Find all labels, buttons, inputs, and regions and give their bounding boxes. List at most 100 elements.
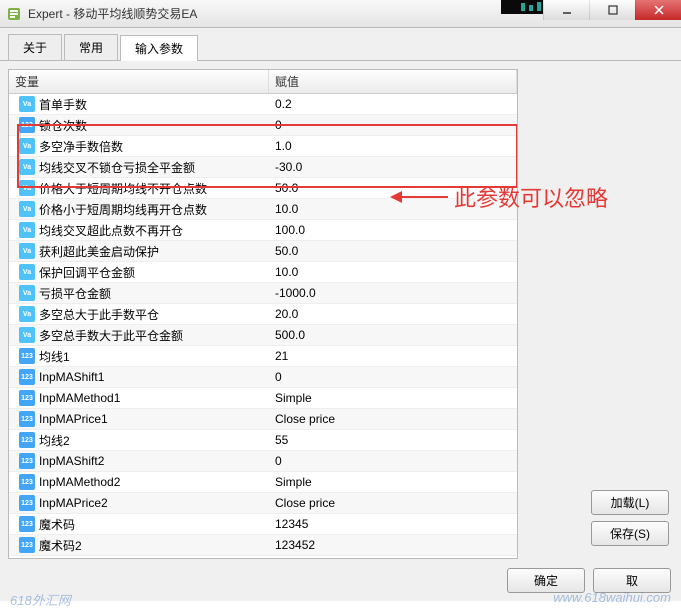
ok-button[interactable]: 确定 [507, 568, 585, 593]
number-icon: 123 [19, 537, 35, 553]
param-value-cell[interactable]: 123452 [269, 535, 517, 555]
param-value-cell[interactable]: 20.0 [269, 304, 517, 324]
col-header-value[interactable]: 赋值 [269, 70, 517, 93]
close-button[interactable] [635, 0, 681, 20]
param-value-cell[interactable]: 21 [269, 346, 517, 366]
table-row[interactable]: 123 InpMAShift2 0 [9, 451, 517, 472]
value-icon: Va [19, 96, 35, 112]
tab-inputs[interactable]: 输入参数 [120, 35, 198, 61]
table-row[interactable]: 123魔术码2 123452 [9, 535, 517, 556]
param-name: 锁仓次数 [39, 117, 87, 134]
param-value-cell[interactable]: Close price [269, 493, 517, 513]
param-name: InpMAPrice2 [39, 496, 108, 510]
value-icon: Va [19, 243, 35, 259]
table-row[interactable]: 123 InpMAShift1 0 [9, 367, 517, 388]
save-button[interactable]: 保存(S) [591, 521, 669, 546]
number-icon: 123 [19, 474, 35, 490]
table-row[interactable]: Va多空总大于此手数平仓20.0 [9, 304, 517, 325]
value-icon: Va [19, 180, 35, 196]
param-name-cell: 123 InpMAShift1 [9, 366, 269, 388]
col-header-variable[interactable]: 变量 [9, 70, 269, 93]
param-value-cell[interactable]: 500.0 [269, 325, 517, 345]
number-icon: 123 [19, 369, 35, 385]
param-name: 均线交叉超此点数不再开仓 [39, 222, 183, 239]
annotation: 此参数可以忽略 [390, 181, 608, 213]
params-table: 变量 赋值 Va首单手数0.2123锁仓次数0Va多空净手数倍数1.0Va均线交… [8, 69, 518, 559]
param-name: 魔术码2 [39, 537, 82, 554]
param-value-cell[interactable]: 55 [269, 430, 517, 450]
param-value-cell[interactable]: 50.0 [269, 241, 517, 261]
number-icon: 123 [19, 495, 35, 511]
table-row[interactable]: 123 InpMAPrice2 Close price [9, 493, 517, 514]
table-row[interactable]: Va首单手数 0.2 [9, 94, 517, 115]
param-name: InpMAMethod1 [39, 391, 120, 405]
param-value-cell[interactable]: Simple [269, 388, 517, 408]
table-row[interactable]: Va保护回调平仓金额10.0 [9, 262, 517, 283]
param-name: 多空总手数大于此平仓金额 [39, 327, 183, 344]
maximize-button[interactable] [589, 0, 635, 20]
param-name: 亏损平仓金额 [39, 285, 111, 302]
param-value-cell[interactable]: 100.0 [269, 220, 517, 240]
param-value-cell[interactable]: 10.0 [269, 262, 517, 282]
tab-about[interactable]: 关于 [8, 34, 62, 60]
param-value-cell[interactable]: 0 [269, 367, 517, 387]
param-value-cell[interactable]: 12345 [269, 514, 517, 534]
table-row[interactable]: Va均线交叉超此点数不再开仓100.0 [9, 220, 517, 241]
param-name: 价格小于短周期均线再开仓点数 [39, 201, 207, 218]
table-row[interactable]: 123魔术码12345 [9, 514, 517, 535]
number-icon: 123 [19, 117, 35, 133]
table-row[interactable]: 123均线121 [9, 346, 517, 367]
param-value-cell[interactable]: 0.2 [269, 94, 517, 114]
param-name: InpMAShift2 [39, 454, 104, 468]
param-value-cell[interactable]: 0 [269, 451, 517, 471]
window-title: Expert - 移动平均线顺势交易EA [28, 5, 197, 22]
value-icon: Va [19, 327, 35, 343]
tabs: 关于 常用 输入参数 [0, 28, 681, 61]
value-icon: Va [19, 306, 35, 322]
param-name-cell: Va均线交叉超此点数不再开仓 [9, 219, 269, 242]
table-row[interactable]: 123锁仓次数 0 [9, 115, 517, 136]
param-name-cell: 123InpMAPrice1 [9, 408, 269, 430]
param-name-cell: Va获利超此美金启动保护 [9, 240, 269, 263]
param-name-cell: Va多空总大于此手数平仓 [9, 303, 269, 326]
number-icon: 123 [19, 390, 35, 406]
param-name: InpMAMethod2 [39, 475, 120, 489]
param-name-cell: Va亏损平仓金额 [9, 282, 269, 305]
param-value-cell[interactable]: Simple [269, 472, 517, 492]
param-name: 均线2 [39, 432, 70, 449]
param-value-cell[interactable]: Close price [269, 409, 517, 429]
table-row[interactable]: 123 InpMAMethod1 Simple [9, 388, 517, 409]
table-row[interactable]: 123InpMAPrice1Close price [9, 409, 517, 430]
table-row[interactable]: Va多空净手数倍数 1.0 [9, 136, 517, 157]
param-name: InpMAShift1 [39, 370, 104, 384]
param-name-cell: Va价格大于短周期均线不开仓点数 [9, 177, 269, 200]
number-icon: 123 [19, 348, 35, 364]
param-value-cell[interactable]: 0 [269, 115, 517, 135]
bottom-buttons: 确定 取 [507, 568, 671, 593]
table-row[interactable]: 123均线255 [9, 430, 517, 451]
table-row[interactable]: Va获利超此美金启动保护50.0 [9, 241, 517, 262]
param-value-cell[interactable]: -1000.0 [269, 283, 517, 303]
table-row[interactable]: Va多空总手数大于此平仓金额 500.0 [9, 325, 517, 346]
param-value-cell[interactable]: 1.0 [269, 136, 517, 156]
tab-common[interactable]: 常用 [64, 34, 118, 60]
cancel-button[interactable]: 取 [593, 568, 671, 593]
minimize-button[interactable] [543, 0, 589, 20]
window-controls [543, 0, 681, 20]
value-icon: Va [19, 138, 35, 154]
table-row[interactable]: Va亏损平仓金额-1000.0 [9, 283, 517, 304]
param-name: 首单手数 [39, 96, 87, 113]
number-icon: 123 [19, 453, 35, 469]
annotation-text: 此参数可以忽略 [454, 181, 608, 213]
load-button[interactable]: 加载(L) [591, 490, 669, 515]
value-icon: Va [19, 201, 35, 217]
arrow-icon [390, 188, 448, 206]
param-name: 多空净手数倍数 [39, 138, 123, 155]
title-bar: Expert - 移动平均线顺势交易EA [0, 0, 681, 28]
table-row[interactable]: Va均线交叉不锁仓亏损全平金额-30.0 [9, 157, 517, 178]
param-name-cell: 123魔术码 [9, 513, 269, 536]
param-name-cell: 123均线1 [9, 345, 269, 368]
param-name-cell: 123 InpMAPrice2 [9, 492, 269, 514]
param-value-cell[interactable]: -30.0 [269, 157, 517, 177]
table-row[interactable]: 123 InpMAMethod2 Simple [9, 472, 517, 493]
